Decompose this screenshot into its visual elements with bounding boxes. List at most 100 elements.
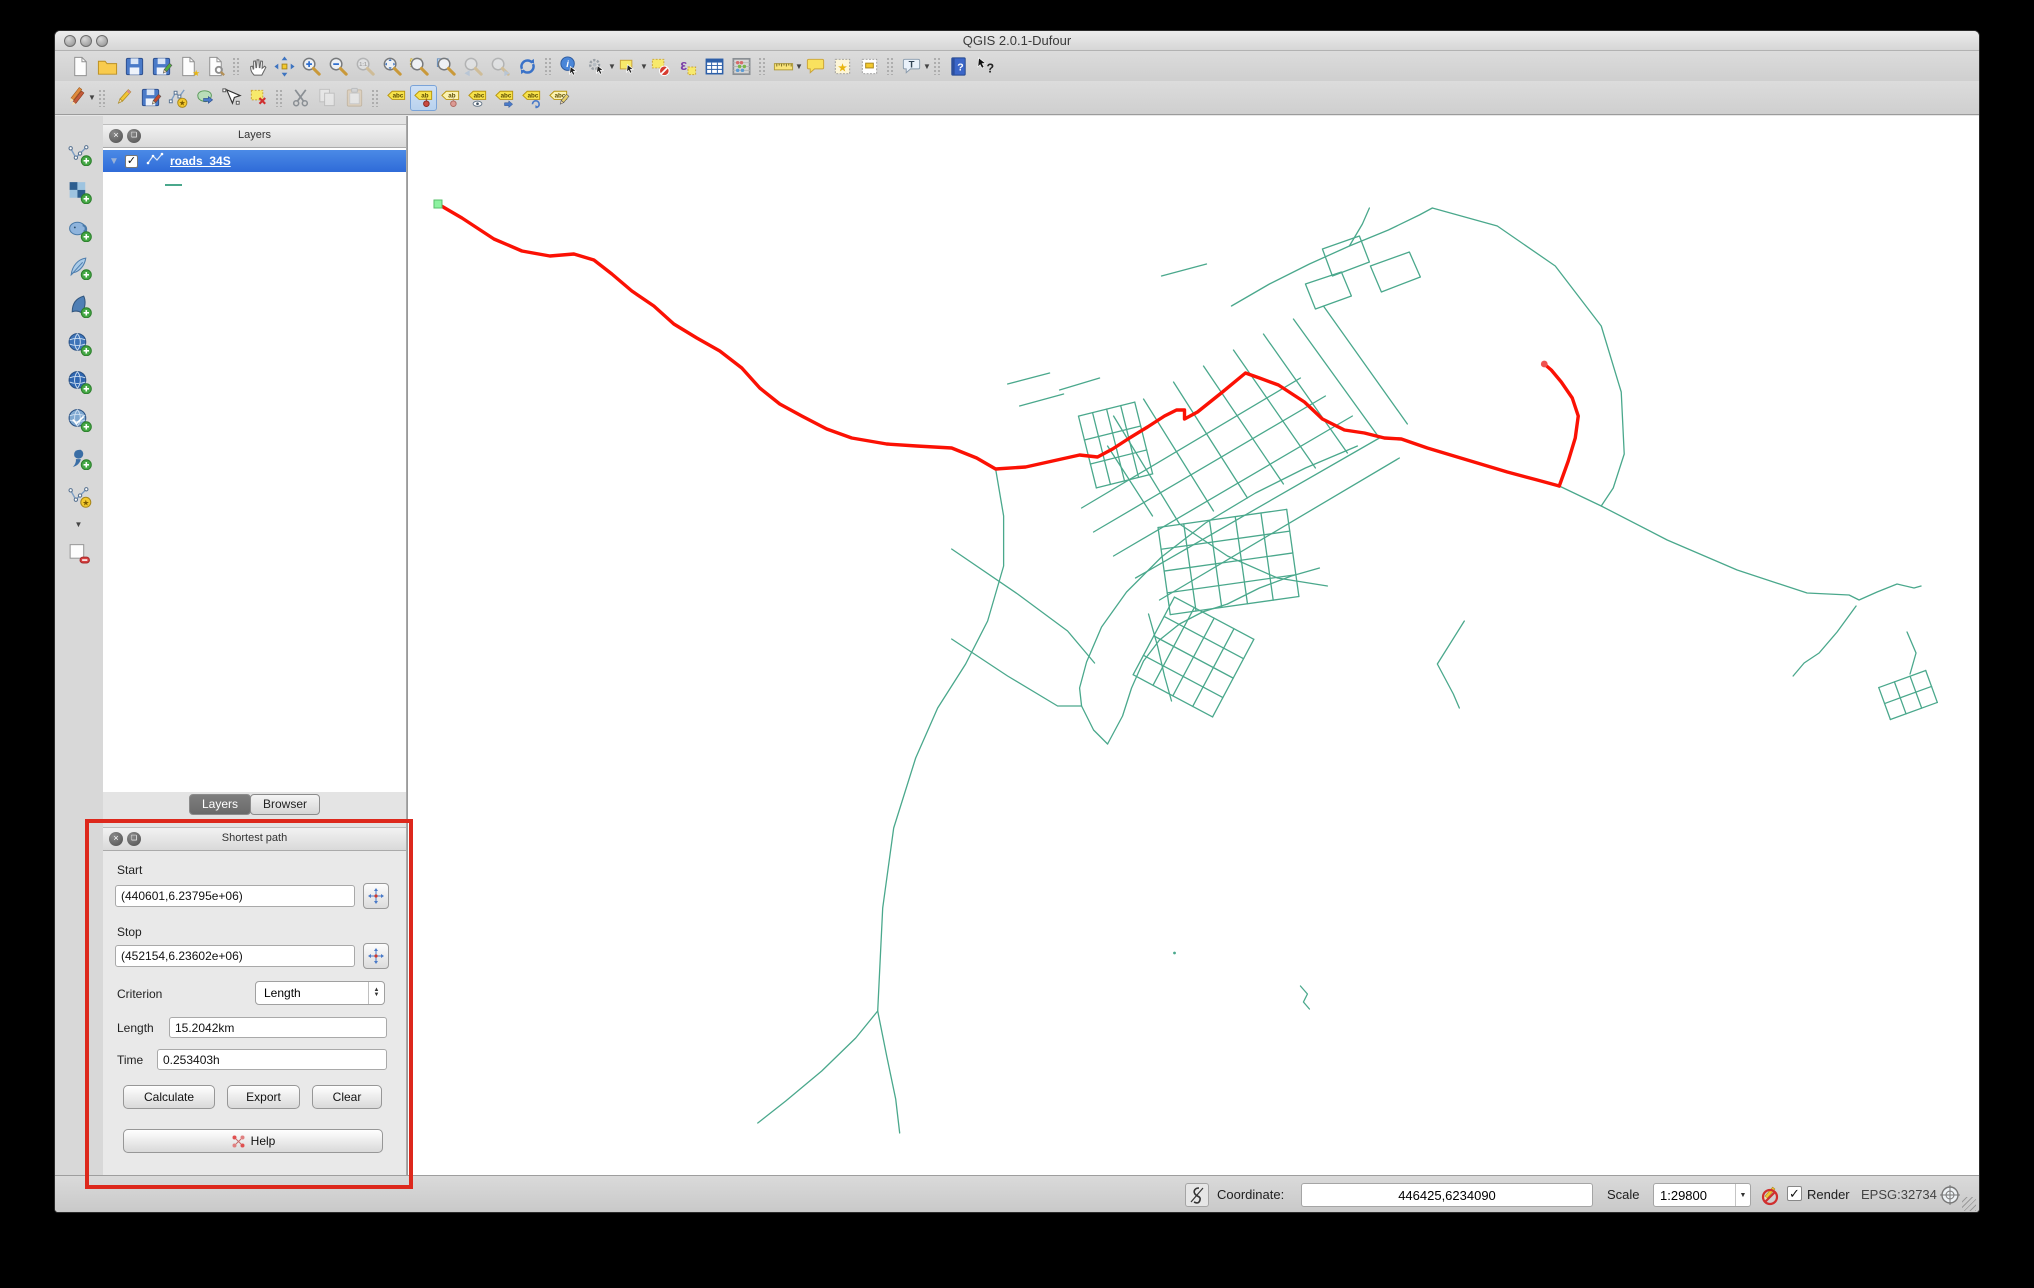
svg-text:★: ★ [192,68,200,78]
extents-toggle-icon[interactable] [1185,1183,1209,1207]
new-project-icon[interactable] [67,53,94,79]
scale-dropdown-icon[interactable]: ▼ [1735,1184,1750,1206]
scale-combo[interactable]: 1:29800 ▼ [1653,1183,1751,1207]
save-layer-edits-icon[interactable] [137,85,164,111]
label-properties-icon[interactable]: abc [545,85,572,111]
zoom-selection-icon[interactable] [406,53,433,79]
label-move-icon[interactable]: abc [491,85,518,111]
zoom-in-icon[interactable] [298,53,325,79]
clear-button[interactable]: Clear [312,1085,382,1109]
cut-features-icon[interactable] [287,85,314,111]
add-wms-layer-icon[interactable] [65,330,93,357]
move-map-icon[interactable] [271,53,298,79]
current-edits-icon[interactable] [63,85,90,111]
copy-features-icon[interactable] [314,85,341,111]
svg-text:abc: abc [393,93,404,100]
map-tips-icon[interactable] [802,53,829,79]
labeling-icon[interactable]: abc [383,85,410,111]
save-project-icon[interactable] [121,53,148,79]
new-bookmark-icon[interactable]: ★ [829,53,856,79]
resize-grip[interactable] [1962,1197,1976,1211]
label-rotate-icon[interactable]: abc [518,85,545,111]
qgis-window: QGIS 2.0.1-Dufour ★ 1:1 i ▼ ▼ ε ▼ ★ T ▼?? ▼ ★ abc ab… [54,30,1980,1213]
add-vector-layer-icon[interactable] [65,140,93,167]
layer-visibility-checkbox[interactable]: ✓ [125,154,138,168]
whats-this-icon[interactable]: ? [972,53,999,79]
add-postgis-layer-icon[interactable] [65,216,93,243]
feature-action-icon[interactable] [583,53,610,79]
select-features-icon[interactable] [615,53,642,79]
add-wcs-layer-icon[interactable] [65,368,93,395]
export-button[interactable]: Export [227,1085,300,1109]
paste-features-icon[interactable] [341,85,368,111]
svg-text:T: T [909,59,915,70]
attribute-table-icon[interactable] [701,53,728,79]
add-mssql-layer-icon[interactable] [65,292,93,319]
add-delimited-text-icon[interactable] [65,444,93,471]
time-label: Time [117,1053,144,1067]
length-field[interactable] [169,1017,387,1038]
zoom-next-icon[interactable] [487,53,514,79]
node-tool-icon[interactable] [218,85,245,111]
measure-icon[interactable] [770,53,797,79]
tab-layers[interactable]: Layers [188,794,251,815]
title-bar[interactable]: QGIS 2.0.1-Dufour [55,31,1979,51]
scale-label: Scale [1607,1187,1640,1202]
crs-status-icon[interactable] [1939,1184,1961,1206]
zoom-full-icon[interactable] [379,53,406,79]
zoom-out-icon[interactable] [325,53,352,79]
layer-row-roads-34s[interactable]: ▼ ✓ roads_34S [103,150,406,172]
criterion-select[interactable]: Length ▲ ▼ [255,981,385,1005]
scale-value: 1:29800 [1660,1187,1707,1203]
criterion-label: Criterion [117,987,163,1001]
coordinate-label: Coordinate: [1217,1187,1285,1202]
zoom-layer-icon[interactable] [433,53,460,79]
field-calculator-icon[interactable] [728,53,755,79]
pick-stop-button[interactable] [363,943,389,969]
new-shapefile-layer-icon-dropdown[interactable]: ▼ [75,520,83,529]
deselect-icon[interactable] [647,53,674,79]
start-input[interactable] [115,885,355,907]
render-checkbox[interactable]: ✓ [1787,1186,1802,1201]
svg-text:?: ? [986,61,994,75]
add-wfs-layer-icon[interactable] [65,406,93,433]
refresh-icon[interactable] [514,53,541,79]
help-icon[interactable]: ? [945,53,972,79]
new-shapefile-layer-icon[interactable]: ★ [65,482,93,509]
layer-disclosure-icon[interactable]: ▼ [109,156,123,167]
zoom-actual-icon[interactable]: 1:1 [352,53,379,79]
coordinate-input[interactable] [1301,1183,1593,1207]
label-visibility-icon[interactable]: abc [464,85,491,111]
add-spatialite-layer-icon[interactable] [65,254,93,281]
remove-layer-icon[interactable] [65,540,93,567]
main-content: ★ ▼ × ❏ Layers ▼ ✓ roads_34S Layers Brow… [55,116,1979,1175]
composer-manager-icon[interactable] [202,53,229,79]
show-bookmarks-icon[interactable] [856,53,883,79]
select-expression-icon[interactable]: ε [674,53,701,79]
zoom-last-icon[interactable] [460,53,487,79]
new-composer-icon[interactable]: ★ [175,53,202,79]
toggle-editing-icon[interactable] [110,85,137,111]
delete-selected-icon[interactable] [245,85,272,111]
add-raster-layer-icon[interactable] [65,178,93,205]
map-canvas[interactable] [407,116,1979,1175]
toolbar-separator [232,57,241,75]
layers-panel-header: × ❏ Layers [103,124,406,148]
stop-rendering-icon[interactable] [1757,1184,1779,1206]
help-button[interactable]: Help [123,1129,383,1153]
identify-icon[interactable]: i [556,53,583,79]
open-project-icon[interactable] [94,53,121,79]
calculate-button[interactable]: Calculate [123,1085,215,1109]
stop-input[interactable] [115,945,355,967]
label-pin-icon[interactable]: ab [410,84,437,111]
shortest-path-title: Shortest path [221,832,288,844]
tab-browser[interactable]: Browser [250,794,321,815]
label-unpin-icon[interactable]: ab [437,85,464,111]
text-annotation-icon[interactable]: T [898,53,925,79]
save-project-as-icon[interactable] [148,53,175,79]
move-feature-icon[interactable] [191,85,218,111]
time-field[interactable] [157,1049,387,1070]
pan-map-icon[interactable] [244,53,271,79]
add-feature-icon[interactable]: ★ [164,85,191,111]
pick-start-button[interactable] [363,883,389,909]
